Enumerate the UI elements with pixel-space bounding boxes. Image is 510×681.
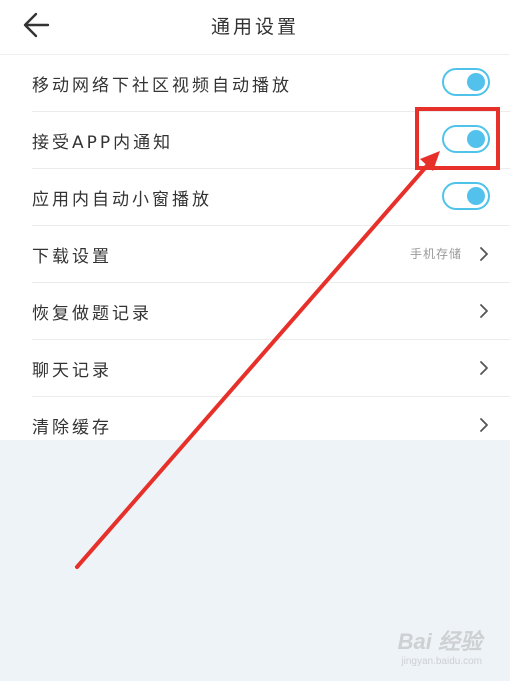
- setting-label: 清除缓存: [32, 418, 112, 438]
- setting-label: 聊天记录: [32, 361, 112, 381]
- setting-label: 接受APP内通知: [32, 133, 174, 153]
- chevron-right-icon: [480, 418, 488, 432]
- watermark-url: jingyan.baidu.com: [401, 656, 482, 667]
- setting-label: 下载设置: [32, 247, 112, 267]
- setting-label: 移动网络下社区视频自动播放: [32, 76, 292, 96]
- baidu-watermark: Bai 经验 jingyan.baidu.com: [398, 624, 482, 667]
- chevron-right-icon: [480, 247, 488, 261]
- settings-screen: 通用设置 移动网络下社区视频自动播放 接受APP内通知 应用内自动小窗播放 下载: [0, 0, 510, 681]
- chevron-right-icon: [480, 304, 488, 318]
- setting-row-mobile-video-autoplay: 移动网络下社区视频自动播放: [0, 55, 510, 112]
- toggle-knob: [467, 73, 485, 91]
- mini-window-autoplay-toggle[interactable]: [442, 182, 490, 210]
- app-notifications-toggle[interactable]: [442, 125, 490, 153]
- setting-label: 恢复做题记录: [32, 304, 152, 324]
- toggle-knob: [467, 130, 485, 148]
- settings-list: 移动网络下社区视频自动播放 接受APP内通知 应用内自动小窗播放 下载设置 手机…: [0, 55, 510, 454]
- header-bar: 通用设置: [0, 0, 510, 55]
- mobile-video-autoplay-toggle[interactable]: [442, 68, 490, 96]
- page-title: 通用设置: [210, 16, 299, 38]
- chevron-right-icon: [480, 361, 488, 375]
- watermark-brand: Bai 经验: [397, 629, 482, 654]
- setting-row-restore-quiz-records[interactable]: 恢复做题记录: [0, 283, 510, 340]
- setting-row-app-notifications: 接受APP内通知: [0, 112, 510, 169]
- setting-row-mini-window-autoplay: 应用内自动小窗播放: [0, 169, 510, 226]
- setting-row-download-settings[interactable]: 下载设置 手机存储: [0, 226, 510, 283]
- setting-label: 应用内自动小窗播放: [32, 190, 212, 210]
- download-location-value: 手机存储: [409, 247, 462, 261]
- toggle-knob: [467, 187, 485, 205]
- setting-row-chat-history[interactable]: 聊天记录: [0, 340, 510, 397]
